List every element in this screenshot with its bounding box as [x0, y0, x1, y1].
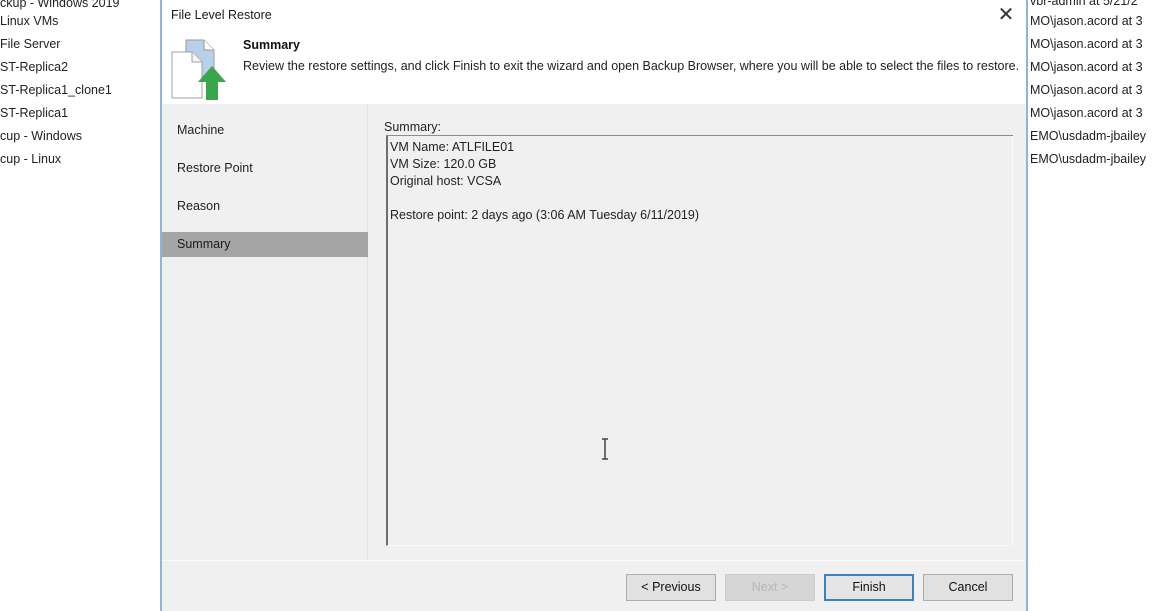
list-item[interactable]: File Server	[0, 33, 60, 56]
wizard-nav: Machine Restore Point Reason Summary	[162, 104, 368, 560]
list-item[interactable]: MO\jason.acord at 3	[1030, 56, 1143, 79]
finish-button[interactable]: Finish	[824, 574, 914, 601]
list-item[interactable]: ST-Replica2	[0, 56, 68, 79]
wizard-header: Summary Review the restore settings, and…	[162, 30, 1026, 104]
list-item[interactable]: ST-Replica1_clone1	[0, 79, 112, 102]
wizard-footer: < Previous Next > Finish Cancel	[162, 560, 1026, 611]
list-item[interactable]: MO\jason.acord at 3	[1030, 33, 1143, 56]
cancel-button[interactable]: Cancel	[923, 574, 1013, 601]
wizard-content: Summary: VM Name: ATLFILE01 VM Size: 120…	[368, 104, 1028, 560]
list-item[interactable]: EMO\usdadm-jbailey	[1030, 125, 1146, 148]
summary-label: Summary:	[384, 120, 441, 134]
file-level-restore-dialog: File Level Restore ✕ Summary Review the …	[160, 0, 1028, 611]
close-icon[interactable]: ✕	[994, 3, 1018, 27]
list-item[interactable]: cup - Windows	[0, 125, 82, 148]
nav-item-summary[interactable]: Summary	[162, 232, 368, 257]
list-item[interactable]: Linux VMs	[0, 10, 58, 33]
text-cursor-icon	[602, 438, 608, 460]
background-left-list: ckup - Windows 2019 Linux VMs File Serve…	[0, 0, 160, 611]
dialog-title: File Level Restore	[171, 8, 272, 22]
summary-vm-name: VM Name: ATLFILE01	[390, 140, 515, 154]
nav-item-reason[interactable]: Reason	[162, 194, 368, 219]
summary-restore-point: Restore point: 2 days ago (3:06 AM Tuesd…	[390, 208, 699, 222]
summary-textbox[interactable]: VM Name: ATLFILE01 VM Size: 120.0 GB Ori…	[386, 136, 1013, 546]
next-button[interactable]: Next >	[725, 574, 815, 601]
list-item[interactable]: EMO\usdadm-jbailey	[1030, 148, 1146, 171]
summary-original-host: Original host: VCSA	[390, 174, 502, 188]
nav-item-restore-point[interactable]: Restore Point	[162, 156, 368, 181]
wizard-step-title: Summary	[243, 38, 300, 52]
nav-item-machine[interactable]: Machine	[162, 118, 368, 143]
wizard-step-description: Review the restore settings, and click F…	[243, 59, 1020, 73]
list-item[interactable]: cup - Linux	[0, 148, 61, 171]
background-right-list: vbr-admin at 5/21/2 MO\jason.acord at 3 …	[1028, 0, 1152, 611]
previous-button[interactable]: < Previous	[626, 574, 716, 601]
list-item[interactable]: MO\jason.acord at 3	[1030, 79, 1143, 102]
list-item[interactable]: MO\jason.acord at 3	[1030, 102, 1143, 125]
file-restore-icon	[171, 39, 226, 100]
list-item[interactable]: MO\jason.acord at 3	[1030, 10, 1143, 33]
summary-vm-size: VM Size: 120.0 GB	[390, 157, 497, 171]
list-item[interactable]: ST-Replica1	[0, 102, 68, 125]
dialog-titlebar[interactable]: File Level Restore ✕	[162, 0, 1026, 30]
